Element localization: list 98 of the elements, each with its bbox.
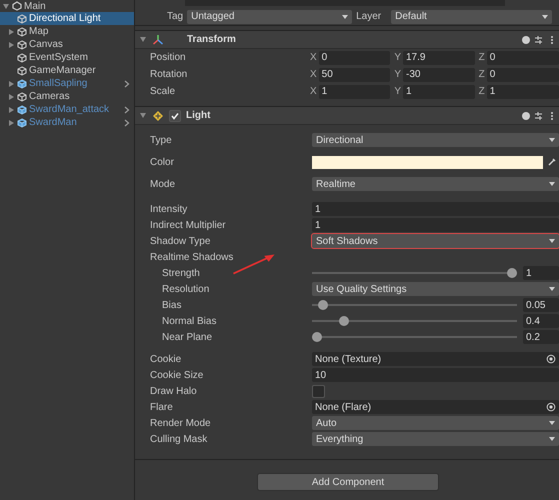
axis-icon: [152, 34, 164, 46]
axis-label: Y: [394, 86, 401, 97]
number-field[interactable]: 1: [486, 84, 559, 98]
cube-icon: [17, 66, 27, 76]
dropdown[interactable]: Use Quality Settings: [312, 282, 559, 296]
slider-thumb[interactable]: [339, 316, 350, 326]
checkbox[interactable]: [312, 384, 325, 398]
property-label: Rotation: [150, 69, 188, 80]
cube-icon: [17, 14, 27, 24]
hierarchy-item[interactable]: Cameras: [0, 90, 134, 103]
property-label: Bias: [161, 300, 182, 310]
property-label: Scale: [150, 86, 176, 97]
axis-label: Z: [478, 69, 485, 80]
number-field[interactable]: 0: [486, 50, 559, 64]
transform-header[interactable]: Transform: [135, 30, 559, 49]
property-label: Resolution: [161, 284, 210, 294]
number-field[interactable]: 1: [312, 218, 559, 232]
property-label: Render Mode: [150, 418, 212, 428]
light-header[interactable]: Light: [135, 106, 559, 125]
axis-label: X: [310, 52, 317, 63]
cube-icon: [17, 40, 27, 50]
expand-arrow-icon[interactable]: [140, 113, 146, 118]
cube-icon: [17, 26, 27, 36]
number-field[interactable]: 1: [403, 84, 475, 98]
property-label: Cookie Size: [150, 370, 204, 380]
property-label: Type: [150, 134, 173, 146]
dropdown[interactable]: Everything: [312, 432, 559, 446]
tag-label: Tag: [167, 11, 184, 22]
enable-checkbox[interactable]: [169, 110, 181, 122]
prefab-cube-icon: [17, 78, 27, 88]
header-icons[interactable]: [520, 34, 556, 44]
expand-arrow-icon[interactable]: [140, 37, 146, 42]
property-label: Draw Halo: [150, 386, 198, 396]
axis-label: Y: [394, 69, 401, 80]
chevron-right-icon[interactable]: [124, 80, 130, 88]
annotation-arrow: [232, 253, 276, 275]
slider-thumb[interactable]: [507, 268, 517, 278]
slider-thumb[interactable]: [312, 332, 322, 342]
axis-label: X: [310, 86, 317, 97]
number-field[interactable]: 17.9: [403, 50, 475, 64]
prefab-cube-icon: [17, 104, 27, 114]
number-field[interactable]: 1: [523, 266, 559, 280]
axis-label: Z: [478, 86, 485, 97]
object-field[interactable]: None (Texture): [312, 352, 559, 366]
layer-label: Layer: [356, 11, 382, 22]
number-field[interactable]: -30: [403, 68, 475, 82]
property-label: Intensity: [150, 204, 188, 214]
property-label: Mode: [150, 178, 176, 190]
property-label: Position: [150, 52, 187, 63]
object-field[interactable]: None (Flare): [312, 400, 559, 414]
number-field[interactable]: 0.4: [523, 314, 559, 328]
axis-label: Y: [394, 52, 401, 63]
hierarchy-item[interactable]: Map: [0, 25, 134, 38]
expand-arrow-icon[interactable]: [9, 28, 14, 34]
target-icon[interactable]: [546, 354, 556, 364]
number-field[interactable]: 1: [318, 84, 390, 98]
hierarchy-item[interactable]: Canvas: [0, 38, 134, 51]
number-field[interactable]: 0.05: [523, 298, 559, 312]
property-label: Flare: [150, 402, 174, 412]
dropdown[interactable]: Directional: [312, 133, 559, 147]
number-field[interactable]: 10: [312, 368, 559, 382]
property-label: Indirect Multiplier: [150, 220, 227, 230]
axis-label: Z: [478, 52, 485, 63]
hierarchy-item[interactable]: GameManager: [0, 64, 134, 77]
expand-arrow-icon[interactable]: [9, 42, 14, 48]
header-icons[interactable]: [520, 110, 556, 120]
number-field[interactable]: 50: [318, 68, 390, 82]
property-label: Near Plane: [161, 332, 214, 342]
slider-thumb[interactable]: [318, 300, 328, 310]
property-label: Culling Mask: [150, 434, 208, 444]
property-label: Color: [150, 156, 175, 168]
color-swatch[interactable]: [312, 156, 543, 168]
layer-dropdown[interactable]: Default: [391, 10, 552, 24]
dropdown[interactable]: Soft Shadows: [312, 234, 559, 248]
number-field[interactable]: 0.2: [523, 330, 559, 344]
dropdown[interactable]: Auto: [312, 416, 559, 430]
number-field[interactable]: 0: [486, 68, 559, 82]
unity-logo-icon: [12, 1, 22, 11]
tag-dropdown[interactable]: Untagged: [187, 10, 352, 24]
hierarchy-item[interactable]: Directional Light: [0, 12, 134, 25]
add-component-button[interactable]: Add Component: [257, 473, 439, 491]
property-label: Cookie: [150, 354, 182, 364]
light-icon: [152, 110, 164, 122]
target-icon[interactable]: [546, 402, 556, 412]
expand-arrow-icon[interactable]: [9, 94, 14, 100]
cube-icon: [17, 52, 27, 62]
prefab-cube-icon: [17, 118, 27, 128]
number-field[interactable]: 0: [318, 50, 390, 64]
cube-icon: [17, 92, 27, 102]
eyedropper-icon[interactable]: [547, 157, 557, 167]
property-label: Realtime Shadows: [150, 252, 234, 262]
number-field[interactable]: 1: [312, 202, 559, 216]
property-label: Shadow Type: [150, 236, 212, 246]
axis-label: X: [310, 69, 317, 80]
property-label: Normal Bias: [161, 316, 218, 326]
hierarchy-item[interactable]: EventSystem: [0, 51, 134, 64]
dropdown[interactable]: Realtime: [312, 177, 559, 191]
property-label: Strength: [161, 268, 201, 278]
